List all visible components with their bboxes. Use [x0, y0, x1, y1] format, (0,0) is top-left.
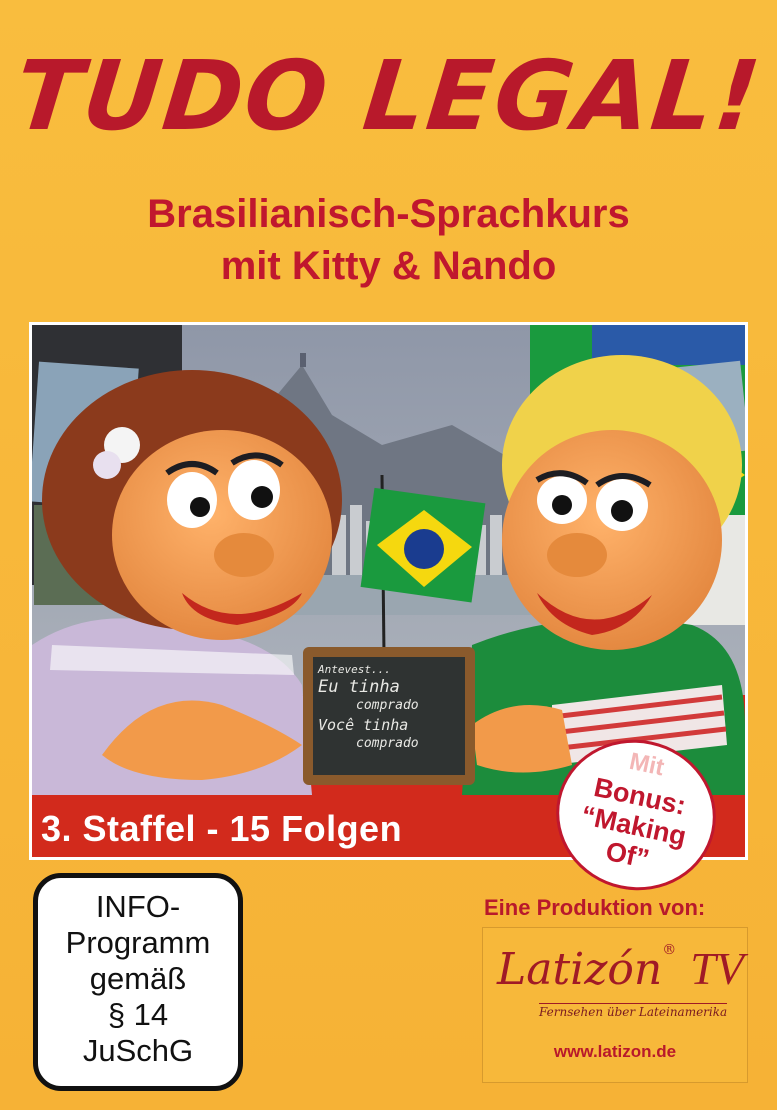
chalkboard-line-5: comprado: [356, 736, 419, 751]
logo-registered-mark: ®: [662, 942, 677, 958]
info-program-label: INFO- Programm gemäß § 14 JuSchG: [33, 873, 243, 1091]
production-label: Eine Produktion von:: [484, 895, 706, 920]
latizon-logo: Latizón® TV Fernsehen über Lateinamerika…: [482, 927, 748, 1083]
subtitle-line-1: Brasilianisch-Sprachkurs: [147, 192, 630, 236]
info-line-1: INFO-: [95, 889, 181, 924]
info-line-3: gemäß: [89, 961, 187, 996]
cover-title: TUDO LEGAL!: [10, 40, 767, 152]
logo-tv: TV: [690, 943, 744, 994]
chalkboard-text: Antevest... Eu tinha comprado Você tinha…: [318, 663, 466, 753]
cover-subtitle: Brasilianisch-Sprachkurs mit Kitty & Nan…: [0, 188, 777, 292]
chalkboard-line-4: Você tinha: [318, 716, 409, 734]
season-label: 3. Staffel - 15 Folgen: [41, 808, 403, 849]
logo-wordmark: Latizón® TV: [497, 942, 744, 995]
logo-name: Latizón: [497, 944, 663, 995]
info-line-2: Programm: [65, 925, 211, 960]
dvd-cover: TUDO LEGAL! Brasilianisch-Sprachkurs mit…: [0, 0, 777, 1110]
info-line-5: JuSchG: [82, 1033, 194, 1068]
chalkboard-line-3: comprado: [356, 698, 419, 713]
website-url: www.latizon.de: [553, 1042, 677, 1061]
subtitle-line-2: mit Kitty & Nando: [220, 244, 557, 288]
info-line-4: § 14: [107, 997, 169, 1032]
logo-tagline: Fernsehen über Lateinamerika: [539, 1003, 728, 1019]
chalkboard-line-2: Eu tinha: [318, 677, 400, 697]
chalkboard-line-1: Antevest...: [318, 663, 391, 676]
